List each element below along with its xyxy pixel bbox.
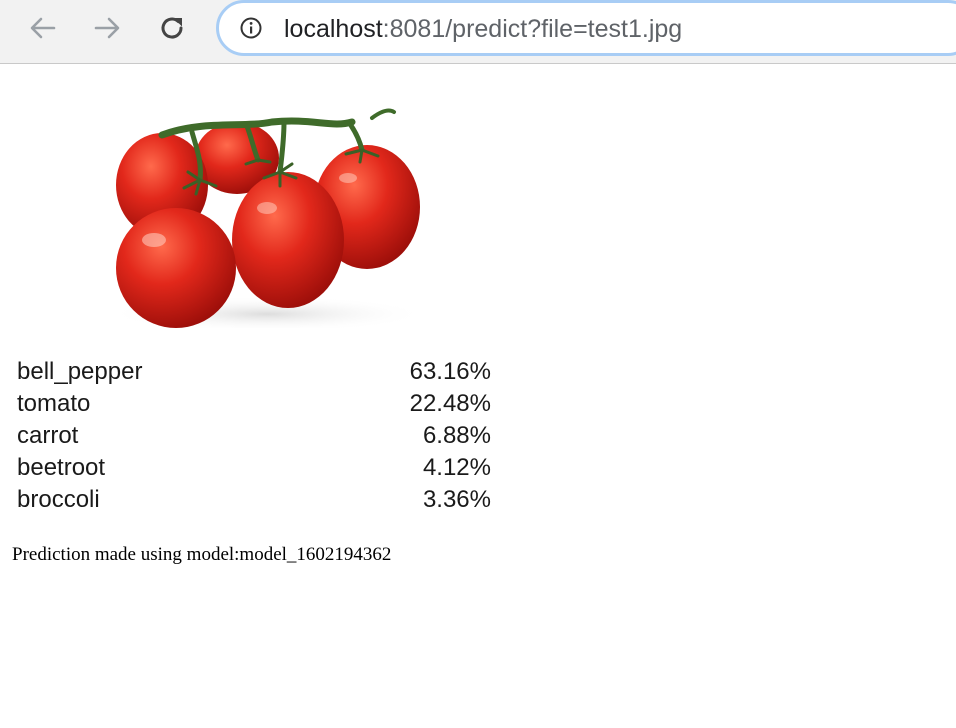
result-label: broccoli [17,486,100,513]
url-host: localhost [284,15,383,43]
info-icon[interactable] [240,17,262,39]
arrow-right-icon [94,17,120,39]
tomatoes-image [12,90,492,328]
result-row: carrot 6.88% [17,420,491,452]
result-label: tomato [17,390,91,417]
url-path: :8081/predict?file=test1.jpg [382,15,683,43]
arrow-left-icon [30,17,56,39]
result-probability: 6.88% [422,422,491,449]
reload-button[interactable] [154,10,190,46]
address-bar[interactable]: localhost:8081/predict?file=test1.jpg [216,0,956,56]
result-probability: 63.16% [409,358,491,385]
result-label: beetroot [17,454,106,481]
model-note: Prediction made using model:model_160219… [12,544,392,565]
result-probability: 4.12% [422,454,491,481]
result-probability: 22.48% [409,390,491,417]
browser-toolbar: localhost:8081/predict?file=test1.jpg [0,0,956,64]
result-row: broccoli 3.36% [17,484,491,516]
url-text[interactable]: localhost:8081/predict?file=test1.jpg [284,14,682,44]
result-label: bell_pepper [17,358,143,385]
back-button[interactable] [25,10,61,46]
result-label: carrot [17,422,79,449]
prediction-results: bell_pepper 63.16% tomato 22.48% carrot … [17,356,491,516]
uploaded-image [12,90,492,328]
result-probability: 3.36% [422,486,491,513]
result-row: beetroot 4.12% [17,452,491,484]
forward-button[interactable] [89,10,125,46]
result-row: tomato 22.48% [17,388,491,420]
reload-icon [161,17,183,39]
result-row: bell_pepper 63.16% [17,356,491,388]
